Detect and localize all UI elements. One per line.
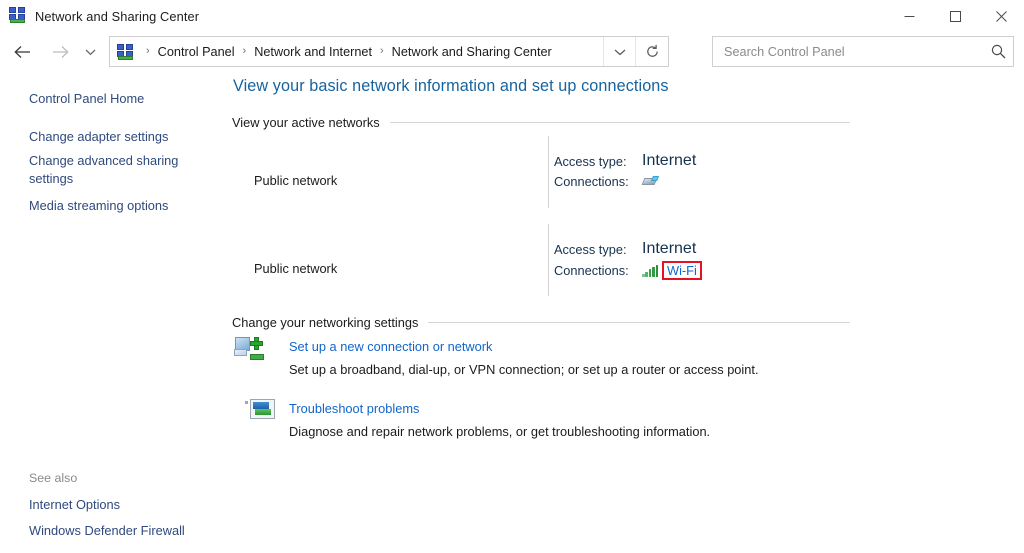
- breadcrumb-item-network-and-sharing-center[interactable]: Network and Sharing Center: [391, 45, 553, 59]
- setup-new-connection-description: Set up a broadband, dial-up, or VPN conn…: [289, 362, 759, 377]
- address-network-icon: [117, 44, 133, 60]
- minimize-button[interactable]: [886, 0, 932, 32]
- sidebar-item-change-adapter-settings[interactable]: Change adapter settings: [29, 128, 168, 146]
- chevron-down-icon[interactable]: [603, 37, 635, 66]
- connections-label: Connections:: [554, 263, 642, 278]
- window-title: Network and Sharing Center: [35, 9, 199, 24]
- maximize-button[interactable]: [932, 0, 978, 32]
- active-network-row-1: Public network Access type: Internet Con…: [228, 136, 848, 208]
- troubleshoot-problems-link[interactable]: Troubleshoot problems: [289, 401, 419, 416]
- network-access-type: Access type: Internet: [554, 152, 696, 170]
- title-bar: Network and Sharing Center: [0, 0, 1024, 32]
- wifi-connection-link[interactable]: Wi-Fi: [666, 263, 698, 278]
- ethernet-icon[interactable]: [642, 175, 659, 188]
- troubleshoot-icon: [250, 399, 278, 425]
- main-content: View your basic network information and …: [228, 71, 1024, 553]
- refresh-icon[interactable]: [635, 37, 668, 66]
- connections-label: Connections:: [554, 174, 642, 189]
- breadcrumb-item-network-and-internet[interactable]: Network and Internet: [253, 45, 373, 59]
- setup-new-connection-link[interactable]: Set up a new connection or network: [289, 339, 492, 354]
- breadcrumb-separator: ›: [243, 46, 247, 57]
- forward-arrow-icon: [46, 38, 74, 66]
- address-bar[interactable]: › Control Panel › Network and Internet ›…: [109, 36, 669, 67]
- troubleshoot-problems-description: Diagnose and repair network problems, or…: [289, 424, 710, 439]
- wifi-link-highlight-box: Wi-Fi: [662, 261, 702, 280]
- breadcrumb: › Control Panel › Network and Internet ›…: [139, 45, 603, 59]
- breadcrumb-separator: ›: [146, 46, 150, 57]
- access-type-label: Access type:: [554, 154, 642, 169]
- search-icon[interactable]: [983, 37, 1013, 66]
- network-name: Public network: [254, 261, 337, 276]
- network-connections: Connections: Wi-Fi: [554, 261, 702, 280]
- breadcrumb-item-control-panel[interactable]: Control Panel: [157, 45, 236, 59]
- sidebar-item-media-streaming-options[interactable]: Media streaming options: [29, 197, 168, 215]
- breadcrumb-separator: ›: [380, 46, 384, 57]
- section-rule: [428, 322, 850, 323]
- network-icon: [9, 7, 27, 25]
- window-controls: [886, 0, 1024, 32]
- network-name: Public network: [254, 173, 337, 188]
- search-box[interactable]: [712, 36, 1014, 67]
- network-connections: Connections:: [554, 174, 659, 189]
- sidebar-item-control-panel-home[interactable]: Control Panel Home: [29, 90, 144, 108]
- close-button[interactable]: [978, 0, 1024, 32]
- access-type-value: Internet: [642, 152, 696, 170]
- task-setup-new-connection: Set up a new connection or network Set u…: [228, 337, 848, 391]
- section-header-change-settings: Change your networking settings: [232, 315, 850, 330]
- new-connection-icon: [250, 337, 278, 363]
- see-also-label: See also: [29, 471, 77, 485]
- active-network-row-2: Public network Access type: Internet Con…: [228, 224, 848, 296]
- sidebar-item-windows-defender-firewall[interactable]: Windows Defender Firewall: [29, 522, 185, 540]
- recent-locations-chevron-icon[interactable]: [80, 38, 100, 66]
- search-input[interactable]: [724, 45, 983, 59]
- page-title: View your basic network information and …: [233, 77, 669, 96]
- section-title: Change your networking settings: [232, 315, 418, 330]
- access-type-label: Access type:: [554, 242, 642, 257]
- section-header-active-networks: View your active networks: [232, 115, 850, 130]
- network-sharing-center-window: Network and Sharing Center: [0, 0, 1024, 553]
- access-type-value: Internet: [642, 240, 696, 258]
- network-divider: [548, 136, 549, 208]
- section-title: View your active networks: [232, 115, 380, 130]
- wifi-signal-icon: [642, 265, 658, 277]
- sidebar-item-internet-options[interactable]: Internet Options: [29, 496, 120, 514]
- sidebar-item-change-advanced-sharing-settings[interactable]: Change advanced sharing settings: [29, 152, 189, 188]
- sidebar: Control Panel Home Change adapter settin…: [0, 71, 228, 553]
- back-arrow-icon[interactable]: [8, 38, 36, 66]
- network-divider: [548, 224, 549, 296]
- task-troubleshoot-problems: Troubleshoot problems Diagnose and repai…: [228, 399, 848, 453]
- network-access-type: Access type: Internet: [554, 240, 696, 258]
- section-rule: [390, 122, 850, 123]
